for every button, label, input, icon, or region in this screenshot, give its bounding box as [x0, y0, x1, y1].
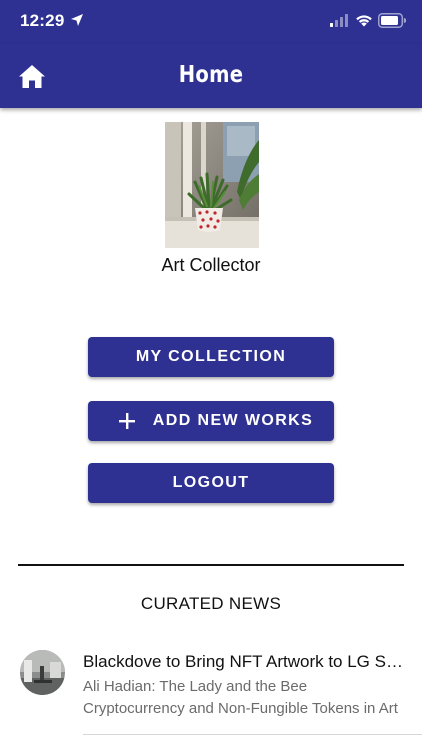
list-divider — [83, 734, 422, 735]
logout-button[interactable]: LOGOUT — [88, 463, 334, 503]
app-bar: Home — [0, 44, 422, 108]
profile-photo — [165, 122, 259, 248]
wifi-icon — [356, 15, 372, 27]
status-time: 12:29 — [20, 11, 65, 30]
battery-icon — [378, 13, 406, 28]
profile-name: Art Collector — [161, 255, 261, 275]
section-divider — [18, 564, 404, 566]
status-bar: 12:29 — [0, 0, 422, 44]
news-list-item[interactable]: Blackdove to Bring NFT Artwork to LG Sma… — [0, 640, 422, 736]
page-title: Home — [178, 62, 244, 88]
cellular-signal-icon — [330, 14, 348, 27]
location-arrow-icon — [71, 14, 83, 26]
logout-label: LOGOUT — [172, 474, 250, 491]
plus-icon — [119, 413, 135, 429]
add-new-works-button[interactable]: ADD NEW WORKS — [88, 401, 334, 441]
my-collection-button[interactable]: MY COLLECTION — [88, 337, 334, 377]
news-thumbnail — [20, 650, 65, 695]
news-subtitle: Cryptocurrency and Non-Fungible Tokens i… — [83, 700, 398, 717]
news-title: Blackdove to Bring NFT Artwork to LG Sma… — [83, 652, 409, 671]
my-collection-label: MY COLLECTION — [135, 348, 287, 365]
add-new-works-label: ADD NEW WORKS — [152, 412, 314, 429]
news-subtitle: Ali Hadian: The Lady and the Bee — [83, 678, 308, 695]
news-heading: CURATED NEWS — [140, 594, 282, 613]
